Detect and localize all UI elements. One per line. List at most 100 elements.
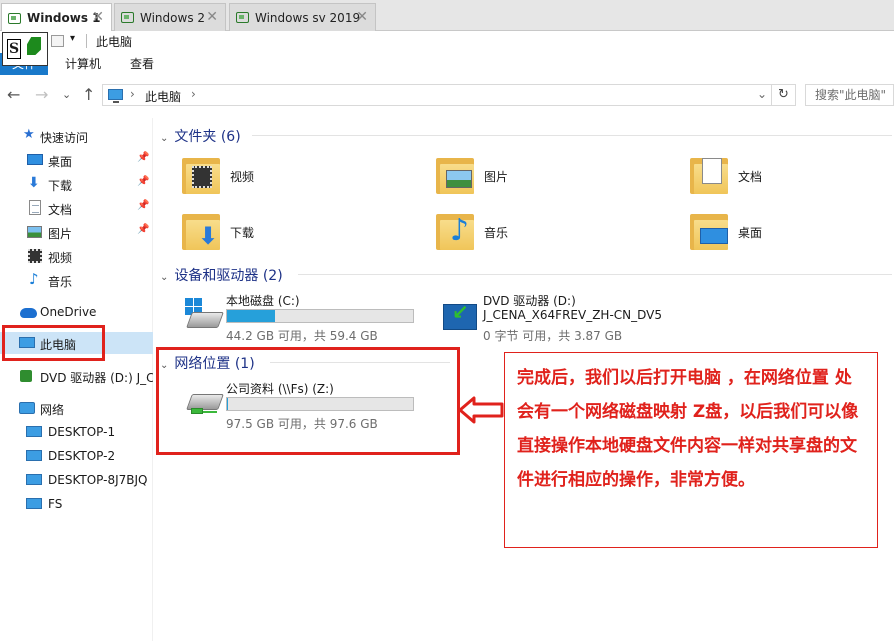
nav-label: 图片: [48, 227, 73, 241]
star-icon: ★: [23, 127, 35, 142]
search-input[interactable]: 搜索"此电脑": [805, 84, 894, 106]
cloud-icon: [20, 308, 37, 318]
nav-item-this-pc[interactable]: 此电脑: [0, 332, 153, 354]
tab-computer[interactable]: 计算机: [65, 53, 101, 75]
folder-pictures[interactable]: 图片: [434, 154, 674, 202]
chevron-down-icon[interactable]: ⌄: [160, 133, 168, 144]
chevron-down-icon[interactable]: ⌄: [757, 87, 767, 101]
folder-icon: ♪: [434, 210, 478, 252]
nav-item-downloads[interactable]: ⬇ 下载 📌: [0, 173, 153, 195]
vm-tab-windows-2[interactable]: Windows 2 ✕: [114, 3, 226, 31]
folder-music[interactable]: ♪ 音乐: [434, 210, 674, 258]
windows-drive-icon: [185, 298, 224, 328]
navigation-pane: ★ 快速访问 桌面 📌 ⬇ 下载 📌 文档 📌 图片 📌 视频 ♪ 音乐 One…: [0, 118, 153, 641]
nav-label: 音乐: [48, 275, 73, 289]
computer-icon: [26, 450, 42, 461]
nav-label: 网络: [40, 403, 65, 417]
nav-item-network[interactable]: 网络: [0, 397, 153, 419]
nav-label: 下载: [48, 179, 73, 193]
nav-item-music[interactable]: ♪ 音乐: [0, 269, 153, 291]
nav-item-documents[interactable]: 文档 📌: [0, 197, 153, 219]
back-arrow-icon[interactable]: ←: [7, 85, 20, 104]
folder-icon: [688, 210, 732, 252]
computer-icon: [26, 474, 42, 485]
network-drive-icon: [185, 386, 224, 414]
folder-icon: [434, 154, 478, 196]
drive-free-space: 44.2 GB 可用，共 59.4 GB: [226, 329, 378, 343]
nav-item-onedrive[interactable]: OneDrive: [0, 301, 153, 323]
chevron-down-icon[interactable]: ▾: [70, 33, 75, 44]
nav-quick-access[interactable]: ★ 快速访问: [0, 125, 153, 147]
window-title: 此电脑: [96, 35, 133, 49]
close-icon[interactable]: ✕: [356, 9, 368, 25]
pin-icon[interactable]: 📌: [137, 224, 149, 235]
drive-free-space: 0 字节 可用，共 3.87 GB: [483, 329, 623, 343]
nav-item-fs[interactable]: FS: [0, 493, 153, 515]
section-network-header[interactable]: ⌄ 网络位置 (1): [160, 353, 255, 372]
properties-icon[interactable]: [51, 35, 64, 47]
breadcrumb-chevron[interactable]: ›: [191, 87, 196, 101]
folder-downloads[interactable]: ⬇ 下载: [180, 210, 420, 258]
drive-free-space: 97.5 GB 可用，共 97.6 GB: [226, 417, 378, 431]
section-devices-header[interactable]: ⌄ 设备和驱动器 (2): [160, 265, 283, 284]
nav-item-desktop-1[interactable]: DESKTOP-1: [0, 421, 153, 443]
nav-item-pictures[interactable]: 图片 📌: [0, 221, 153, 243]
pin-icon[interactable]: 📌: [137, 200, 149, 211]
close-icon[interactable]: ✕: [206, 9, 218, 25]
forward-arrow-icon[interactable]: →: [35, 85, 48, 104]
chevron-down-icon[interactable]: ⌄: [160, 272, 168, 283]
drive-local-disk-c[interactable]: 本地磁盘 (C:) 44.2 GB 可用，共 59.4 GB: [175, 292, 435, 354]
pin-icon[interactable]: 📌: [137, 176, 149, 187]
nav-item-videos[interactable]: 视频: [0, 245, 153, 267]
divider: [298, 274, 892, 275]
folder-icon: ⬇: [180, 210, 224, 252]
close-icon[interactable]: ✕: [92, 9, 104, 25]
computer-icon: [26, 498, 42, 509]
tab-view[interactable]: 查看: [130, 53, 154, 75]
drive-dvd-d[interactable]: ↙ DVD 驱动器 (D:) J_CENA_X64FREV_ZH-CN_DV5 …: [432, 292, 732, 354]
ribbon-tabs: 文件 计算机 查看: [0, 53, 894, 76]
chevron-down-icon[interactable]: ⌄: [160, 360, 168, 371]
nav-item-desktop-8j7bjq[interactable]: DESKTOP-8J7BJQ: [0, 469, 153, 491]
dvd-install-icon: ↙: [442, 298, 480, 330]
recent-chevron-icon[interactable]: ⌄: [62, 88, 71, 101]
folder-label: 视频: [230, 170, 255, 184]
nav-label: OneDrive: [40, 305, 97, 319]
film-icon: [28, 249, 42, 263]
nav-item-desktop-2[interactable]: DESKTOP-2: [0, 445, 153, 467]
nav-label: 桌面: [48, 155, 73, 169]
section-folders-header[interactable]: ⌄ 文件夹 (6): [160, 126, 241, 145]
folder-label: 下载: [230, 226, 255, 240]
pin-icon[interactable]: 📌: [137, 152, 149, 163]
vm-tab-windows-sv-2019[interactable]: Windows sv 2019 ✕: [229, 3, 376, 31]
up-arrow-icon[interactable]: ↑: [82, 85, 95, 104]
folder-icon: [688, 154, 732, 196]
folder-label: 桌面: [738, 226, 763, 240]
address-bar[interactable]: › 此电脑 › ⌄: [102, 84, 772, 106]
folder-documents[interactable]: 文档: [688, 154, 894, 202]
breadcrumb-chevron[interactable]: ›: [130, 87, 135, 101]
left-arrow-icon: [458, 396, 504, 424]
nav-label: DVD 驱动器 (D:) J_C: [40, 371, 153, 385]
nav-item-desktop[interactable]: 桌面 📌: [0, 149, 153, 171]
vm-tab-windows-1[interactable]: Windows 1 ✕: [1, 3, 112, 32]
address-row: ← → ⌄ ↑ › 此电脑 › ⌄ ↻ 搜索"此电脑": [0, 82, 894, 110]
nav-item-dvd-drive[interactable]: DVD 驱动器 (D:) J_C: [0, 365, 153, 387]
vm-tab-label: Windows 1: [27, 11, 101, 25]
nav-label: DESKTOP-2: [48, 449, 116, 463]
dvd-drive-icon: [20, 370, 32, 382]
vm-icon: [8, 12, 21, 24]
breadcrumb-this-pc[interactable]: 此电脑: [145, 88, 181, 105]
network-icon: [19, 402, 35, 414]
overlay-app-icons[interactable]: S: [2, 32, 48, 66]
divider: [86, 34, 87, 48]
refresh-button[interactable]: ↻: [772, 84, 796, 106]
folder-videos[interactable]: 视频: [180, 154, 420, 202]
divider: [252, 135, 892, 136]
folder-desktop[interactable]: 桌面: [688, 210, 894, 258]
nav-label: FS: [48, 497, 63, 511]
drive-name: 公司资料 (\\Fs) (Z:): [226, 382, 334, 396]
nav-label: DESKTOP-1: [48, 425, 116, 439]
drive-network-z[interactable]: 公司资料 (\\Fs) (Z:) 97.5 GB 可用，共 97.6 GB: [175, 380, 435, 442]
folder-icon: [180, 154, 224, 196]
